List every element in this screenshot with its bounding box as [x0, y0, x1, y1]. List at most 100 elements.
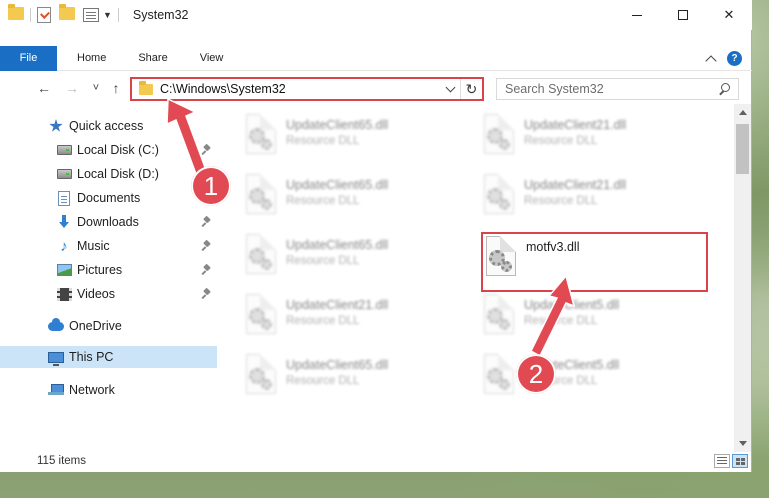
navigation-pane: Quick access Local Disk (C:) Local Disk … — [0, 112, 217, 442]
sidebar-item-label: This PC — [69, 350, 114, 364]
file-item[interactable]: UpdateClient21.dll Resource DLL — [244, 294, 474, 344]
maximize-button[interactable] — [660, 0, 706, 30]
ribbon-tabs: File Home Share View ? — [0, 45, 752, 71]
dll-file-icon — [482, 294, 516, 336]
file-item[interactable]: UpdateClient65.dll Resource DLL — [244, 174, 474, 224]
refresh-icon[interactable]: ↻ — [460, 79, 482, 99]
item-count: 115 items — [37, 455, 87, 467]
sidebar-item-pictures[interactable]: Pictures — [0, 259, 217, 281]
sidebar-item-local-disk-c[interactable]: Local Disk (C:) — [0, 139, 217, 161]
sidebar-item-label: Videos — [77, 287, 115, 301]
title-separator — [30, 8, 31, 22]
file-type: Resource DLL — [286, 315, 360, 327]
pin-icon[interactable] — [203, 265, 211, 275]
dll-file-icon — [482, 174, 516, 216]
sidebar-item-music[interactable]: ♪ Music — [0, 235, 217, 257]
videos-icon — [56, 286, 72, 302]
file-name: UpdateClient65.dll — [286, 238, 389, 252]
sidebar-item-label: OneDrive — [69, 319, 122, 333]
sidebar-item-label: Documents — [77, 191, 141, 205]
sidebar-item-label: Downloads — [77, 215, 139, 229]
downloads-icon — [56, 214, 72, 230]
collapse-ribbon-icon[interactable] — [705, 54, 717, 67]
search-box[interactable]: Search System32 — [496, 78, 739, 100]
status-bar: 115 items — [0, 450, 752, 472]
pin-icon[interactable] — [203, 241, 211, 251]
properties-icon[interactable] — [83, 8, 99, 22]
forward-arrow-icon[interactable]: → — [64, 80, 80, 96]
file-item[interactable]: UpdateClient65.dll Resource DLL — [244, 234, 474, 284]
step-badge-2: 2 — [516, 354, 556, 394]
file-name: UpdateClient21.dll — [286, 298, 389, 312]
sidebar-item-network[interactable]: Network — [0, 379, 217, 401]
sidebar-item-videos[interactable]: Videos — [0, 283, 217, 305]
address-folder-icon — [139, 80, 153, 95]
dll-file-icon — [482, 114, 516, 156]
search-input[interactable]: Search System32 — [505, 82, 716, 96]
step-badge-1: 1 — [191, 166, 231, 206]
tab-share[interactable]: Share — [122, 46, 183, 71]
sidebar-item-label: Network — [69, 383, 115, 397]
address-dropdown-icon[interactable] — [440, 82, 460, 92]
music-icon: ♪ — [60, 237, 68, 255]
tiles-view-icon[interactable] — [732, 454, 748, 468]
help-icon[interactable]: ? — [727, 51, 742, 66]
star-icon — [48, 118, 64, 134]
folder-icon — [8, 4, 24, 23]
sidebar-item-onedrive[interactable]: OneDrive — [0, 315, 217, 337]
pin-icon[interactable] — [203, 289, 211, 299]
scroll-up-icon[interactable] — [734, 104, 751, 121]
tab-file[interactable]: File — [0, 45, 57, 71]
details-view-icon[interactable] — [714, 454, 730, 468]
up-arrow-icon[interactable]: ↑ — [108, 80, 124, 96]
back-arrow-icon[interactable]: ← — [36, 80, 52, 96]
customize-quick-access-dropdown[interactable]: ▼ — [103, 10, 112, 20]
sidebar-item-documents[interactable]: Documents — [0, 187, 217, 209]
sidebar-item-label: Quick access — [69, 119, 144, 133]
file-item[interactable]: UpdateClient21.dll Resource DLL — [482, 174, 712, 224]
pin-icon[interactable] — [203, 217, 211, 227]
properties-check-icon[interactable] — [37, 7, 51, 23]
file-item[interactable]: UpdateClient5.dll Resource DLL — [482, 294, 712, 344]
sidebar-item-label: Local Disk (D:) — [77, 167, 159, 181]
sidebar-item-label: Music — [77, 239, 110, 253]
file-name: UpdateClient21.dll — [524, 118, 627, 132]
title-separator-2 — [117, 8, 119, 22]
view-toggle — [714, 454, 748, 468]
drive-icon — [56, 142, 72, 158]
pictures-icon — [56, 262, 72, 278]
file-type: Resource DLL — [286, 195, 360, 207]
scroll-thumb[interactable] — [736, 124, 749, 174]
new-folder-icon[interactable] — [59, 4, 75, 23]
window-title: System32 — [132, 8, 189, 22]
vertical-scrollbar[interactable] — [734, 104, 751, 452]
tab-home[interactable]: Home — [57, 46, 122, 71]
search-icon — [716, 81, 732, 97]
dll-file-icon — [244, 174, 278, 216]
dll-file-icon — [244, 114, 278, 156]
close-icon: ✕ — [723, 7, 735, 22]
file-type: Resource DLL — [524, 195, 598, 207]
sidebar-item-local-disk-d[interactable]: Local Disk (D:) — [0, 163, 217, 185]
dll-file-icon — [244, 234, 278, 276]
file-type: Resource DLL — [524, 135, 598, 147]
recent-locations-icon[interactable]: ˅ — [88, 80, 104, 96]
pin-icon[interactable] — [203, 145, 211, 155]
sidebar-item-downloads[interactable]: Downloads — [0, 211, 217, 233]
tab-view[interactable]: View — [184, 46, 240, 71]
sidebar-item-label: Local Disk (C:) — [77, 143, 159, 157]
title-bar: ▼ System32 ✕ — [0, 0, 752, 30]
this-pc-icon — [48, 349, 64, 366]
address-path[interactable]: C:\Windows\System32 — [160, 82, 440, 96]
file-highlight-box — [481, 232, 708, 292]
file-item[interactable]: UpdateClient21.dll Resource DLL — [482, 114, 712, 164]
file-item[interactable]: UpdateClient65.dll Resource DLL — [244, 114, 474, 164]
minimize-button[interactable] — [614, 0, 660, 30]
address-bar[interactable]: C:\Windows\System32 ↻ — [130, 77, 484, 101]
sidebar-item-quick-access[interactable]: Quick access — [0, 115, 217, 137]
close-button[interactable]: ✕ — [706, 0, 752, 30]
file-item[interactable]: UpdateClient65.dll Resource DLL — [244, 354, 474, 404]
onedrive-icon — [48, 317, 64, 334]
file-type: Resource DLL — [286, 135, 360, 147]
sidebar-item-this-pc[interactable]: This PC — [0, 346, 217, 368]
